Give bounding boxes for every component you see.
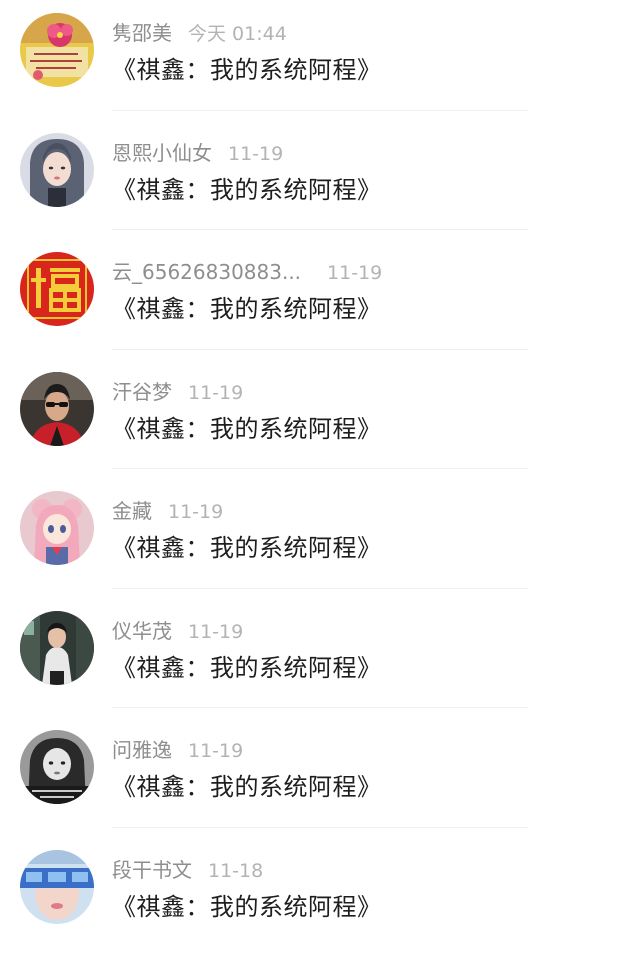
timestamp: 11-19 bbox=[188, 382, 243, 404]
man-sunglasses-avatar[interactable] bbox=[20, 372, 94, 446]
comment-row[interactable]: 隽邵美今天 01:44 《祺鑫：我的系统阿程》 bbox=[0, 0, 640, 120]
comment-meta: 仪华茂 11-19 bbox=[112, 617, 243, 645]
fu-character-avatar[interactable] bbox=[20, 252, 94, 326]
divider bbox=[112, 229, 528, 230]
avatar-image bbox=[20, 611, 94, 685]
divider bbox=[112, 588, 528, 589]
avatar-image bbox=[20, 252, 94, 326]
boy-street-avatar[interactable] bbox=[20, 611, 94, 685]
avatar-image bbox=[20, 133, 94, 207]
comment-row[interactable]: 段干书文 11-18 《祺鑫：我的系统阿程》 bbox=[0, 837, 640, 956]
comment-list: 隽邵美今天 01:44 《祺鑫：我的系统阿程》 恩熙小仙女 11-19 《祺鑫：我… bbox=[0, 0, 640, 939]
avatar-image bbox=[20, 372, 94, 446]
timestamp: 11-18 bbox=[208, 860, 263, 882]
timestamp: 11-19 bbox=[188, 621, 243, 643]
username[interactable]: 云_65626830883... bbox=[112, 260, 301, 284]
username[interactable]: 隽邵美 bbox=[112, 21, 172, 45]
comment-text: 《祺鑫：我的系统阿程》 bbox=[112, 651, 382, 685]
avatar-image bbox=[20, 730, 94, 804]
comment-meta: 金藏 11-19 bbox=[112, 497, 223, 525]
username[interactable]: 问雅逸 bbox=[112, 738, 172, 762]
comment-text: 《祺鑫：我的系统阿程》 bbox=[112, 292, 382, 326]
avatar-image bbox=[20, 850, 94, 924]
divider bbox=[112, 468, 528, 469]
avatar-image bbox=[20, 13, 94, 87]
comment-meta: 问雅逸 11-19 bbox=[112, 736, 243, 764]
timestamp: 11-19 bbox=[188, 740, 243, 762]
avatar-image bbox=[20, 491, 94, 565]
divider bbox=[112, 827, 528, 828]
username[interactable]: 金藏 bbox=[112, 499, 152, 523]
username[interactable]: 段干书文 bbox=[112, 858, 192, 882]
comment-meta: 汗谷梦 11-19 bbox=[112, 378, 243, 406]
comment-text: 《祺鑫：我的系统阿程》 bbox=[112, 770, 382, 804]
comment-row[interactable]: 汗谷梦 11-19 《祺鑫：我的系统阿程》 bbox=[0, 359, 640, 479]
comment-meta: 恩熙小仙女 11-19 bbox=[112, 139, 283, 167]
comment-row[interactable]: 问雅逸 11-19 《祺鑫：我的系统阿程》 bbox=[0, 717, 640, 837]
timestamp: 今天 01:44 bbox=[188, 23, 287, 45]
flower-card-avatar[interactable] bbox=[20, 13, 94, 87]
comment-row[interactable]: 仪华茂 11-19 《祺鑫：我的系统阿程》 bbox=[0, 598, 640, 718]
timestamp: 11-19 bbox=[327, 262, 382, 284]
username[interactable]: 恩熙小仙女 bbox=[112, 141, 212, 165]
comment-meta: 隽邵美今天 01:44 bbox=[112, 19, 287, 47]
anime-girl-avatar[interactable] bbox=[20, 491, 94, 565]
username[interactable]: 仪华茂 bbox=[112, 619, 172, 643]
comment-row[interactable]: 金藏 11-19 《祺鑫：我的系统阿程》 bbox=[0, 478, 640, 598]
comment-text: 《祺鑫：我的系统阿程》 bbox=[112, 412, 382, 446]
timestamp: 11-19 bbox=[228, 143, 283, 165]
comment-meta: 云_65626830883... 11-19 bbox=[112, 258, 382, 286]
comment-row[interactable]: 恩熙小仙女 11-19 《祺鑫：我的系统阿程》 bbox=[0, 120, 640, 240]
timestamp: 11-19 bbox=[168, 501, 223, 523]
blue-face-avatar[interactable] bbox=[20, 850, 94, 924]
username[interactable]: 汗谷梦 bbox=[112, 380, 172, 404]
comment-text: 《祺鑫：我的系统阿程》 bbox=[112, 890, 382, 924]
girl-portrait-avatar[interactable] bbox=[20, 133, 94, 207]
comment-text: 《祺鑫：我的系统阿程》 bbox=[112, 53, 382, 87]
comment-text: 《祺鑫：我的系统阿程》 bbox=[112, 173, 382, 207]
comment-meta: 段干书文 11-18 bbox=[112, 856, 263, 884]
divider bbox=[112, 707, 528, 708]
bw-girl-avatar[interactable] bbox=[20, 730, 94, 804]
comment-text: 《祺鑫：我的系统阿程》 bbox=[112, 531, 382, 565]
comment-row[interactable]: 云_65626830883... 11-19 《祺鑫：我的系统阿程》 bbox=[0, 239, 640, 359]
divider bbox=[112, 349, 528, 350]
divider bbox=[112, 110, 528, 111]
